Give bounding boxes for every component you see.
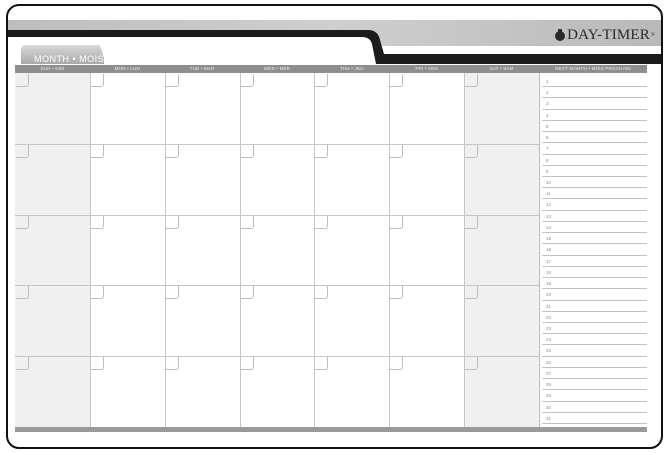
day-header-2: TUE • MAR — [189, 66, 215, 71]
day-header-0: SUN • DIM — [40, 66, 65, 71]
date-box[interactable] — [90, 357, 104, 371]
date-box[interactable] — [16, 357, 29, 371]
next-month-line[interactable]: 9 — [542, 166, 647, 178]
next-month-line[interactable]: 30 — [542, 402, 647, 413]
date-box[interactable] — [240, 144, 254, 158]
next-month-panel: 1 2 3 4 5 6 7 8 9 10 11 12 13 14 15 16 17 18 19 20 21 22 23 24 2… — [539, 73, 648, 427]
date-box[interactable] — [165, 144, 179, 158]
next-month-line[interactable]: 21 — [542, 301, 647, 312]
trademark-mark: ® — [651, 33, 655, 38]
next-month-line[interactable]: 12 — [542, 199, 647, 211]
next-month-line[interactable]: 24 — [542, 334, 647, 346]
date-box[interactable] — [165, 357, 179, 371]
date-box[interactable] — [165, 286, 179, 300]
next-month-line[interactable]: 4 — [542, 110, 647, 121]
date-box[interactable] — [465, 144, 479, 158]
next-month-line[interactable]: 15 — [542, 233, 647, 245]
next-month-header: NEXT MONTH • MOIS PROCHAIN — [555, 66, 631, 71]
next-month-line[interactable]: 8 — [542, 155, 647, 166]
date-box[interactable] — [315, 144, 329, 158]
next-month-line[interactable]: 29 — [542, 390, 647, 402]
next-month-line[interactable]: 10 — [542, 177, 647, 189]
next-month-line[interactable]: 6 — [542, 132, 647, 144]
date-box[interactable] — [240, 286, 254, 300]
day-header-1: MON • LUN — [114, 66, 140, 71]
clock-icon — [555, 28, 566, 41]
date-box[interactable] — [390, 144, 404, 158]
date-box[interactable] — [315, 357, 329, 371]
day-header-row: SUN • DIM MON • LUN TUE • MAR WED • MER THU … — [15, 65, 647, 73]
date-box[interactable] — [90, 215, 104, 229]
date-box[interactable] — [90, 286, 104, 300]
date-box[interactable] — [16, 286, 29, 300]
column-divider — [389, 73, 391, 427]
date-box[interactable] — [390, 286, 404, 300]
date-box[interactable] — [390, 74, 404, 87]
sunday-column-shade — [15, 73, 90, 427]
column-divider — [164, 73, 166, 427]
next-month-line[interactable]: 19 — [542, 278, 647, 290]
date-box[interactable] — [315, 215, 329, 229]
next-month-line[interactable]: 13 — [542, 211, 647, 222]
date-box[interactable] — [240, 215, 254, 229]
column-divider — [464, 73, 466, 427]
column-divider — [314, 73, 316, 427]
date-box[interactable] — [165, 74, 179, 87]
footer-strip — [15, 427, 647, 432]
date-box[interactable] — [240, 357, 254, 371]
day-header-3: WED • MER — [263, 66, 291, 71]
next-month-line[interactable]: 3 — [542, 98, 647, 110]
day-timer-logo: DAY-TIMER ® — [555, 27, 655, 44]
next-month-line[interactable]: 22 — [542, 312, 647, 323]
saturday-column-shade — [464, 73, 539, 427]
date-box[interactable] — [465, 286, 479, 300]
date-box[interactable] — [390, 215, 404, 229]
date-box[interactable] — [165, 215, 179, 229]
date-box[interactable] — [315, 286, 329, 300]
date-box[interactable] — [16, 215, 29, 229]
next-month-line[interactable]: 1 — [542, 76, 647, 88]
next-month-line[interactable]: 28 — [542, 379, 647, 391]
date-box[interactable] — [90, 144, 104, 158]
date-box[interactable] — [465, 357, 479, 371]
date-box[interactable] — [315, 74, 329, 87]
day-header-4: THU • JEU — [340, 66, 364, 71]
next-month-line[interactable]: 16 — [542, 244, 647, 256]
next-month-line[interactable]: 5 — [542, 121, 647, 133]
brand-name: DAY-TIMER — [567, 27, 650, 43]
column-divider — [239, 73, 241, 427]
day-header-6: SAT • SAM — [489, 66, 514, 71]
day-header-5: FRI • VEN — [415, 66, 438, 71]
next-month-line[interactable]: 2 — [542, 87, 647, 99]
column-divider — [89, 73, 91, 427]
next-month-line[interactable]: 14 — [542, 222, 647, 234]
next-month-line[interactable]: 31 — [542, 413, 647, 424]
date-box[interactable] — [16, 74, 29, 87]
next-month-line[interactable]: 17 — [542, 256, 647, 267]
date-box[interactable] — [465, 74, 479, 87]
next-month-line[interactable]: 20 — [542, 289, 647, 301]
next-month-line[interactable]: 11 — [542, 188, 647, 200]
next-month-line[interactable]: 27 — [542, 368, 647, 380]
month-tab-label: MONTH • MOIS — [34, 54, 105, 64]
date-box[interactable] — [240, 74, 254, 87]
date-box[interactable] — [16, 144, 29, 158]
date-box[interactable] — [390, 357, 404, 371]
next-month-line[interactable]: 23 — [542, 323, 647, 335]
next-month-line[interactable]: 26 — [542, 357, 647, 368]
date-box[interactable] — [90, 74, 104, 87]
next-month-line[interactable]: 7 — [542, 143, 647, 155]
next-month-line[interactable]: 18 — [542, 267, 647, 279]
next-month-line[interactable]: 25 — [542, 345, 647, 357]
calendar-grid — [15, 73, 539, 427]
date-box[interactable] — [465, 215, 479, 229]
